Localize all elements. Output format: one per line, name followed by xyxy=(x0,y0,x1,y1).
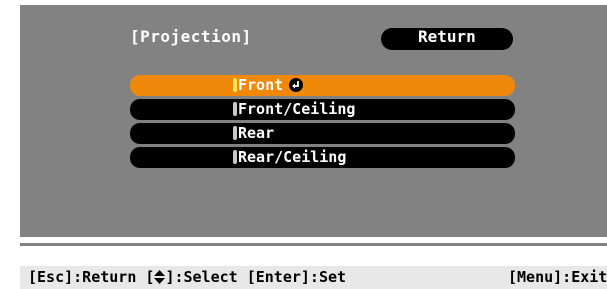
selection-marker-icon xyxy=(233,150,237,164)
option-rear[interactable]: Rear xyxy=(130,123,515,144)
menu-title: [Projection] xyxy=(130,27,252,46)
projector-screen: [Projection] Return Front Front/Ceiling … xyxy=(0,0,607,289)
option-front[interactable]: Front xyxy=(130,75,515,96)
help-select: []:Select xyxy=(145,268,238,286)
option-label: Front/Ceiling xyxy=(238,100,356,118)
selection-marker-icon xyxy=(233,78,237,92)
return-button-label[interactable]: Return xyxy=(418,27,476,46)
divider xyxy=(20,243,607,246)
help-bar: [Esc]:Return []:Select [Enter]:Set [Menu… xyxy=(20,266,607,289)
help-enter: [Enter]:Set xyxy=(246,268,347,286)
option-label: Front xyxy=(238,75,304,96)
selection-marker-icon xyxy=(233,102,237,116)
selection-marker-icon xyxy=(233,126,237,140)
option-label: Rear xyxy=(238,124,275,142)
option-label: Rear/Ceiling xyxy=(238,148,347,166)
option-front-ceiling[interactable]: Front/Ceiling xyxy=(130,99,515,120)
up-down-arrow-icon xyxy=(154,270,166,284)
help-bar-left: [Esc]:Return []:Select [Enter]:Set xyxy=(28,266,346,289)
help-menu: [Menu]:Exit xyxy=(508,268,607,286)
option-rear-ceiling[interactable]: Rear/Ceiling xyxy=(130,147,515,168)
menu-panel xyxy=(20,5,607,237)
help-esc: [Esc]:Return xyxy=(28,268,137,286)
enter-arrow-icon xyxy=(289,78,304,92)
